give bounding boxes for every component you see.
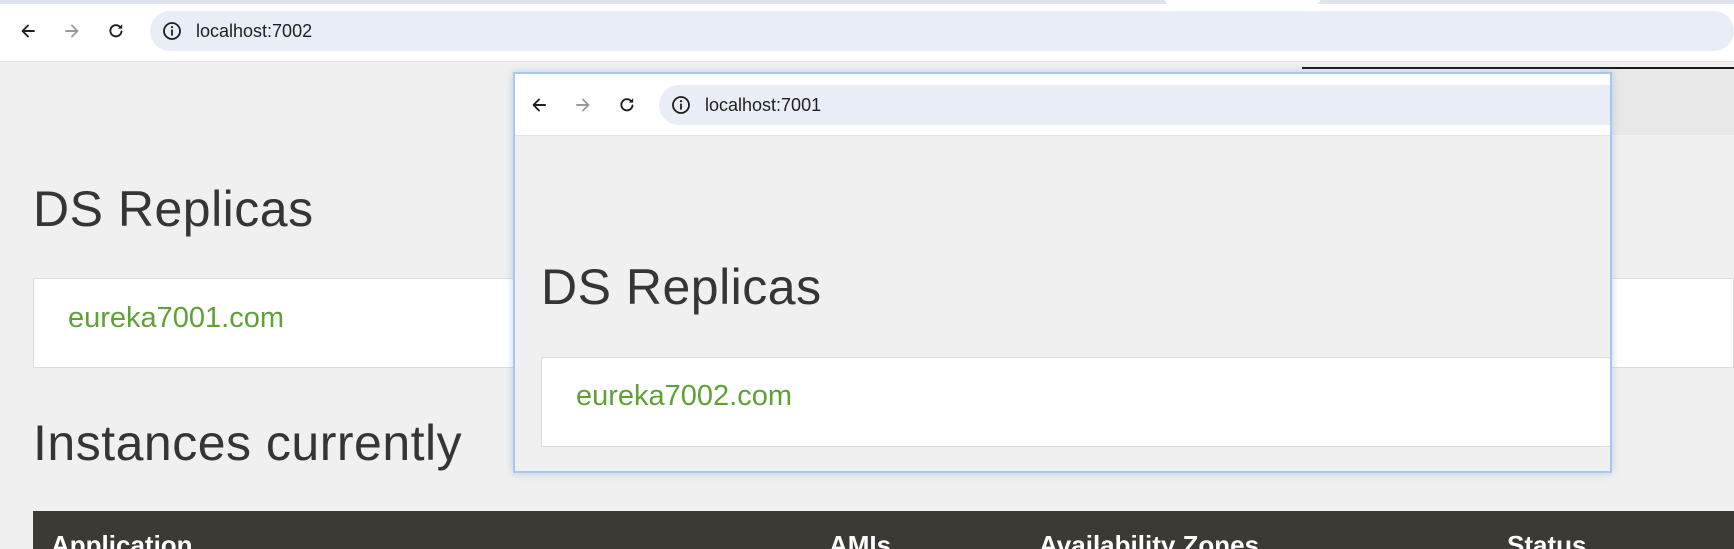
popup-forward-button[interactable] [567, 89, 599, 121]
popup-address-bar[interactable]: localhost:7001 [659, 85, 1610, 125]
arrow-left-icon [21, 24, 35, 38]
info-circle-icon[interactable] [671, 95, 691, 115]
popup-back-button[interactable] [523, 89, 555, 121]
replica-link-eureka7002[interactable]: eureka7002.com [576, 380, 792, 413]
back-button[interactable] [12, 15, 44, 47]
popup-url-text[interactable]: localhost:7001 [705, 95, 821, 116]
arrow-right-icon [576, 98, 590, 112]
header-panel [1600, 69, 1734, 135]
column-amis[interactable]: AMIs [829, 530, 891, 549]
popup-ds-replicas-heading: DS Replicas [541, 259, 822, 315]
url-text[interactable]: localhost:7002 [196, 21, 312, 42]
reload-icon [109, 24, 123, 38]
column-status[interactable]: Status [1507, 530, 1586, 549]
forward-button[interactable] [56, 15, 88, 47]
ds-replicas-heading: DS Replicas [33, 181, 314, 237]
browser-toolbar: localhost:7002 [0, 0, 1734, 62]
arrow-left-icon [532, 98, 546, 112]
instances-heading: Instances currently [33, 415, 463, 471]
popup-browser-window[interactable]: localhost:7001 DS Replicas eureka7002.co… [513, 72, 1612, 473]
reload-button[interactable] [100, 15, 132, 47]
address-bar[interactable]: localhost:7002 [150, 11, 1734, 51]
popup-toolbar: localhost:7001 [515, 74, 1610, 136]
reload-icon [620, 98, 634, 112]
info-circle-icon[interactable] [162, 21, 182, 41]
column-application[interactable]: Application [51, 530, 193, 549]
popup-reload-button[interactable] [611, 89, 643, 121]
instances-table-header: Application AMIs Availability Zones Stat… [33, 511, 1734, 549]
replica-link-eureka7001[interactable]: eureka7001.com [68, 302, 284, 335]
arrow-right-icon [65, 24, 79, 38]
active-tab-edge[interactable] [1165, 0, 1320, 4]
column-availability-zones[interactable]: Availability Zones [1039, 530, 1259, 549]
tab-strip [0, 0, 1734, 4]
